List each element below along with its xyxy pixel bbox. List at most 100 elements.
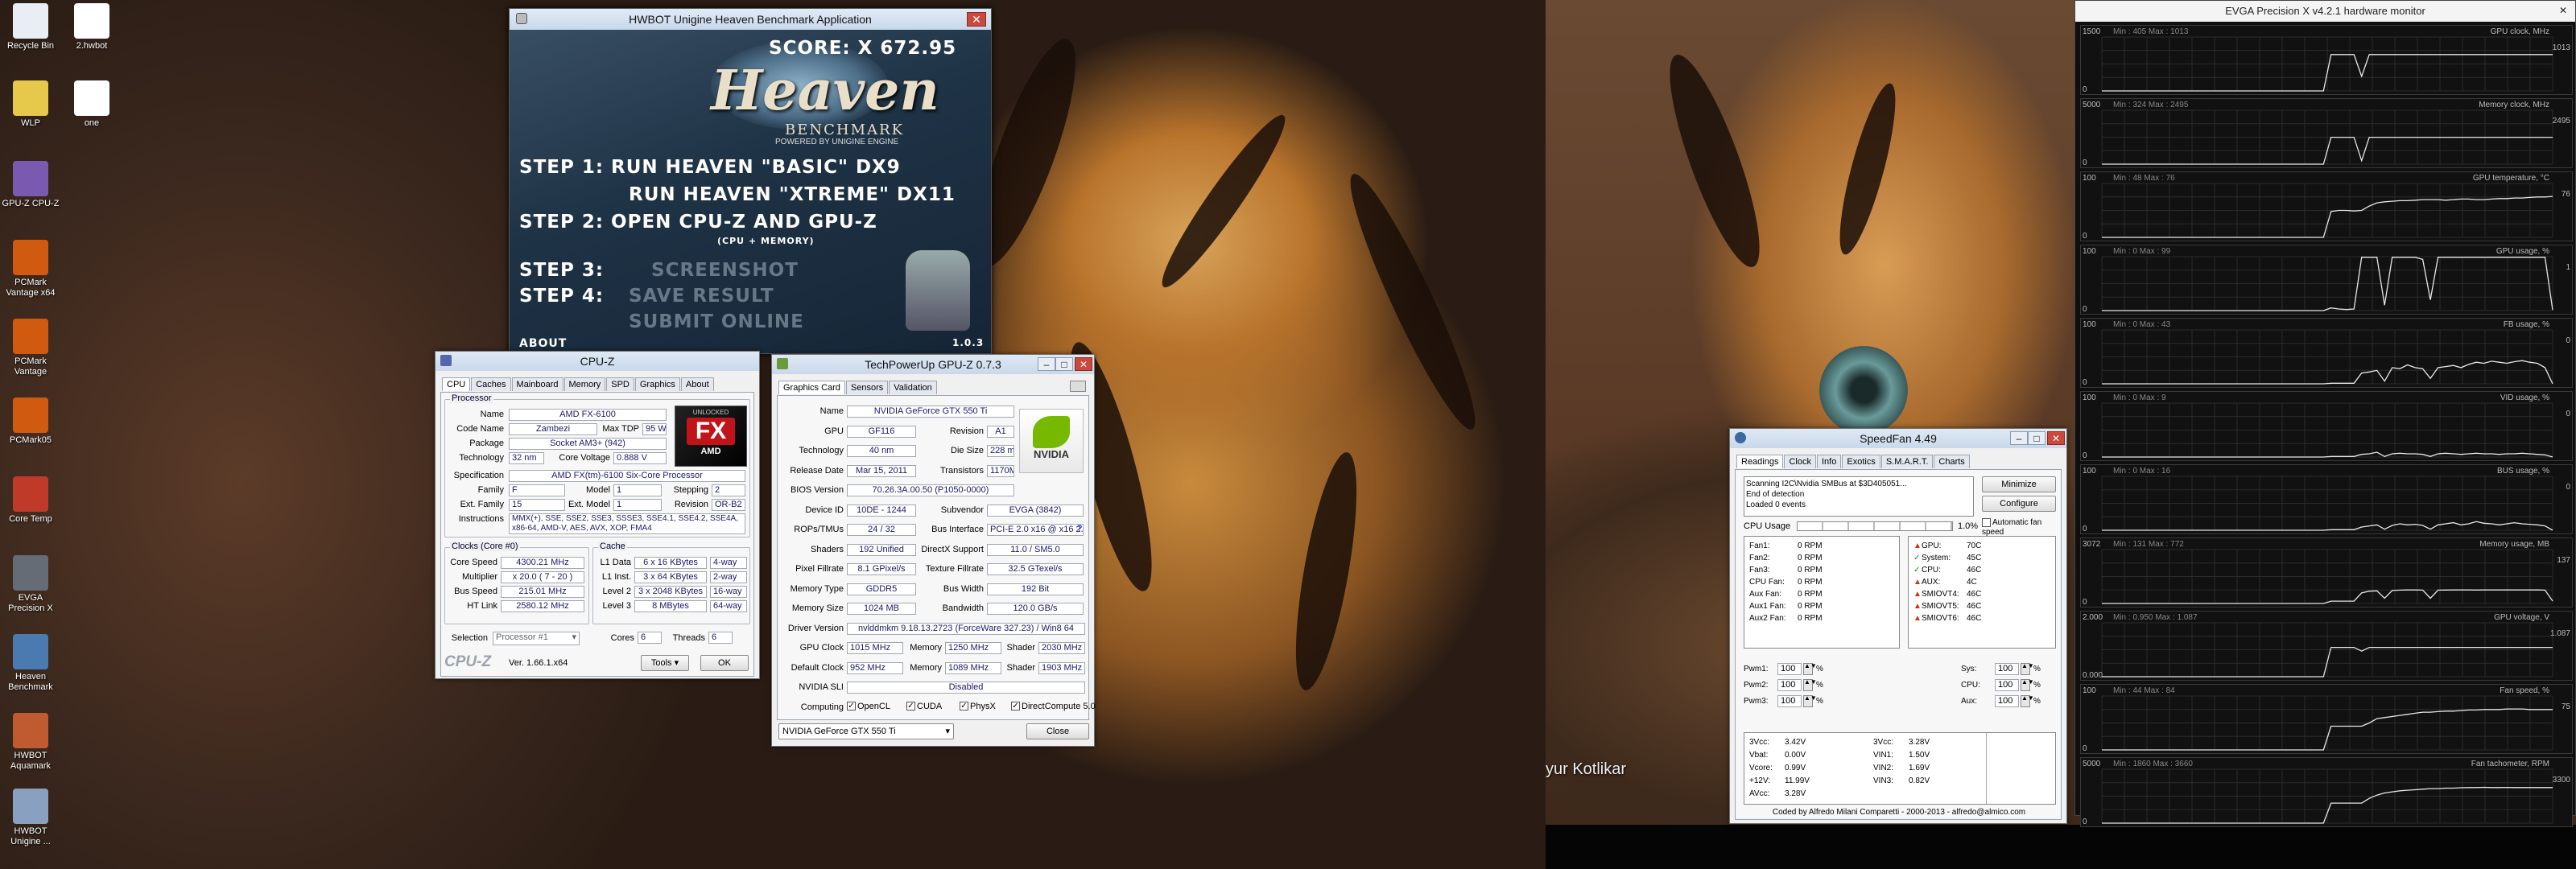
heaven-step3b: SCREENSHOT — [651, 260, 799, 281]
tab-exotics[interactable]: Exotics — [1842, 455, 1880, 468]
camera-icon[interactable] — [1070, 381, 1086, 392]
temp-label: GPU: — [1922, 542, 1942, 550]
tab-graphics-card[interactable]: Graphics Card — [778, 381, 845, 394]
tab-clock[interactable]: Clock — [1784, 455, 1816, 468]
minimize-button[interactable]: Minimize — [1982, 476, 2056, 492]
checkbox-cuda[interactable]: ✓ CUDA — [906, 702, 942, 711]
pwm-input[interactable]: 100 — [1995, 663, 2019, 675]
wallpaper-credit: yur Kotlikar — [1546, 760, 1627, 778]
desktop-icon[interactable]: PCMark Vantage x64 — [0, 240, 61, 299]
tab-cpu[interactable]: CPU — [442, 377, 471, 391]
cpuz-titlebar[interactable]: CPU-Z — [436, 352, 759, 371]
gpu-row-value2: 1170M — [987, 464, 1014, 477]
desktop-icon[interactable]: HWBOT Unigine ... — [0, 789, 61, 847]
configure-button[interactable]: Configure — [1982, 496, 2056, 512]
gpuz-titlebar[interactable]: TechPowerUp GPU-Z 0.7.3 – □ ✕ — [772, 355, 1094, 374]
checkbox-physx[interactable]: ✓ PhysX — [960, 702, 996, 711]
heaven-step1b: RUN HEAVEN "XTREME" DX11 — [629, 184, 956, 205]
tab-readings[interactable]: Readings — [1736, 455, 1784, 468]
pwm-input[interactable]: 100 — [1995, 679, 2019, 691]
temps-list: ▲GPU: 70C ✓ System: 45C ✓ CPU: 46C ▲AUX: 4C ▲SMIOV… — [1908, 536, 2056, 649]
graph-current: 137 — [2557, 556, 2570, 565]
app-icon — [13, 555, 48, 591]
tab-validation[interactable]: Validation — [889, 381, 937, 394]
tab-graphics[interactable]: Graphics — [634, 377, 680, 391]
evga-titlebar[interactable]: EVGA Precision X v4.2.1 hardware monitor… — [2075, 1, 2575, 22]
voltage-label: 3Vcc: — [1749, 738, 1770, 747]
tab-spd[interactable]: SPD — [606, 377, 634, 391]
close-icon[interactable]: ✕ — [2047, 431, 2065, 445]
tab-charts[interactable]: Charts — [1934, 455, 1970, 468]
spinner-icon[interactable]: ▲▼ — [2021, 679, 2034, 691]
heaven-about-button[interactable]: ABOUT — [519, 337, 567, 350]
percent-label: % — [2033, 665, 2041, 673]
maximize-icon[interactable]: □ — [2028, 431, 2046, 445]
tab-info[interactable]: Info — [1817, 455, 1842, 468]
app-icon — [74, 3, 109, 39]
processor-select[interactable]: Processor #1 ▾ — [493, 632, 580, 645]
auto-fan-checkbox[interactable]: Automatic fan speed — [1982, 518, 2056, 537]
maximize-icon[interactable]: □ — [1055, 357, 1073, 371]
spinner-icon[interactable]: ▲▼ — [1803, 679, 1817, 691]
desktop-icon[interactable]: HWBOT Aquamark — [0, 713, 61, 772]
desktop-icon[interactable]: Recycle Bin — [0, 3, 61, 51]
checkbox-dc[interactable]: ✓ DirectCompute 5.0 — [1011, 702, 1096, 711]
pwm-input[interactable]: 100 — [1777, 679, 1802, 691]
desktop-icon[interactable]: Core Temp — [0, 476, 61, 525]
default-memory: 1089 MHz — [945, 661, 1001, 674]
nvidia-text: NVIDIA — [1033, 448, 1070, 460]
checkbox-opencl[interactable]: ✓ OpenCL — [847, 702, 890, 711]
spinner-icon[interactable]: ▲▼ — [1803, 663, 1817, 675]
hw-graph-panel: 100 0 Min : 0 Max : 99 GPU usage, % 1 — [2080, 245, 2573, 315]
minimize-icon[interactable]: – — [2010, 431, 2028, 445]
checkbox-label: OpenCL — [857, 701, 890, 711]
tab-about[interactable]: About — [680, 377, 714, 391]
minimize-icon[interactable]: – — [1038, 357, 1055, 371]
temp-value: 46C — [1967, 602, 1982, 611]
event-log[interactable]: Scanning I2C\Nvidia SMBus at $3D405051..… — [1744, 476, 1974, 517]
threads: 6 — [708, 632, 733, 644]
gpu-select[interactable]: NVIDIA GeForce GTX 550 Ti ▾ — [778, 723, 954, 739]
graph-stats: Min : 131 Max : 772 — [2113, 540, 2184, 549]
spinner-icon[interactable]: ▲▼ — [2021, 695, 2034, 707]
tab-mainboard[interactable]: Mainboard — [511, 377, 564, 391]
arrow-up-icon: ▲ — [1913, 578, 1922, 587]
desktop-icon[interactable]: PCMark05 — [0, 397, 61, 446]
l1-inst-ways: 2-way — [710, 571, 747, 583]
graph-current: 0 — [2566, 336, 2570, 345]
heaven-titlebar[interactable]: HWBOT Unigine Heaven Benchmark Applicati… — [510, 9, 991, 30]
desktop-icon[interactable]: GPU-Z CPU-Z — [0, 161, 61, 209]
pwm-input[interactable]: 100 — [1995, 695, 2019, 707]
pwm-input[interactable]: 100 — [1777, 663, 1802, 675]
tab-s-m-a-r-t-[interactable]: S.M.A.R.T. — [1880, 455, 1934, 468]
desktop-icon[interactable]: Heaven Benchmark — [0, 634, 61, 693]
tab-sensors[interactable]: Sensors — [845, 381, 889, 394]
tab-caches[interactable]: Caches — [471, 377, 511, 391]
close-icon[interactable]: ✕ — [1075, 357, 1092, 371]
desktop-icon[interactable]: WLP — [0, 80, 61, 129]
gpu-row-value2: EVGA (3842) — [987, 504, 1084, 517]
spinner-icon[interactable]: ▲▼ — [1803, 695, 1817, 707]
hw-graph-panel: 100 0 Min : 48 Max : 76 GPU temperature, °C… — [2080, 171, 2573, 241]
graph-name: Memory clock, MHz — [2479, 101, 2549, 109]
spinner-icon[interactable]: ▲▼ — [2021, 663, 2034, 675]
close-icon[interactable]: ✕ — [2554, 4, 2572, 19]
close-icon[interactable]: ✕ — [967, 12, 986, 27]
pwm-input[interactable]: 100 — [1777, 695, 1802, 707]
voltage-row: VIN2: 1.69V — [1873, 762, 1930, 774]
tools-button[interactable]: Tools ▾ — [641, 655, 689, 671]
temp-row: ▲AUX: 4C — [1913, 576, 1977, 588]
desktop-icon[interactable]: one — [61, 80, 122, 129]
graph-ytop: 100 — [2083, 320, 2096, 329]
ok-button[interactable]: OK — [700, 655, 749, 671]
close-button[interactable]: Close — [1026, 723, 1089, 739]
tab-memory[interactable]: Memory — [564, 377, 606, 391]
desktop-icon[interactable]: PCMark Vantage — [0, 319, 61, 377]
gpu-row-value2: 32.5 GTexel/s — [987, 563, 1084, 575]
name-label: Name — [480, 410, 504, 419]
desktop-icon[interactable]: 2.hwbot — [61, 3, 122, 51]
gpu-row-label: Shaders — [811, 544, 844, 554]
voltage-row: VIN3: 0.82V — [1873, 775, 1930, 787]
speedfan-titlebar[interactable]: SpeedFan 4.49 – □ ✕ — [1730, 429, 2066, 448]
desktop-icon[interactable]: EVGA Precision X — [0, 555, 61, 614]
